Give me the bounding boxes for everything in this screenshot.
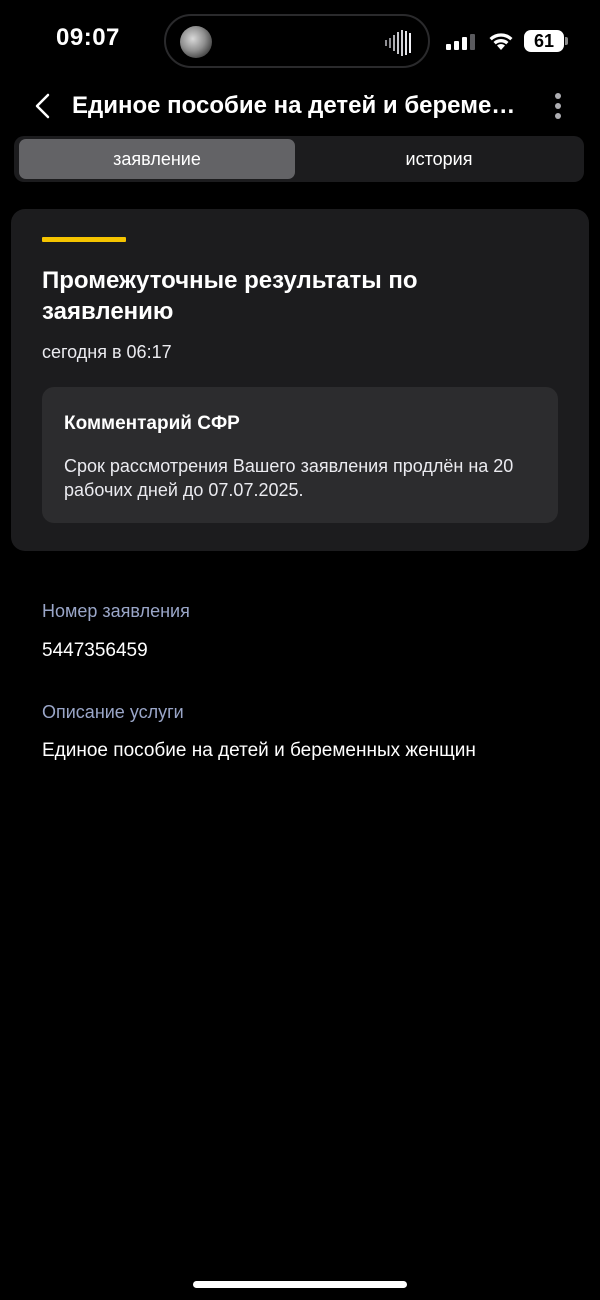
screen: 09:07 61 Единое пособие на детей и берем…	[0, 0, 600, 1300]
comment-text: Срок рассмотрения Вашего заявления продл…	[64, 456, 514, 500]
application-number-label: Номер заявления	[42, 601, 190, 621]
segmented-tabs: заявление история	[14, 136, 584, 182]
home-indicator[interactable]	[193, 1281, 407, 1288]
status-card: Промежуточные результаты по заявлению се…	[11, 209, 589, 551]
service-description-value: Единое пособие на детей и беременных жен…	[42, 740, 476, 761]
more-vertical-icon[interactable]	[546, 90, 570, 122]
service-description-label: Описание услуги	[42, 702, 184, 722]
dynamic-island[interactable]	[164, 14, 430, 68]
tab-application[interactable]: заявление	[19, 139, 295, 179]
back-button[interactable]	[28, 90, 60, 122]
signal-icon	[446, 34, 475, 50]
wifi-icon	[489, 33, 513, 50]
audio-wave-icon	[385, 30, 411, 56]
battery-tip	[565, 37, 568, 45]
card-title: Промежуточные результаты по заявлению	[42, 267, 418, 325]
comment-title: Комментарий СФР	[64, 413, 240, 434]
page-title: Единое пособие на детей и беременных жен…	[72, 92, 522, 119]
accent-bar	[42, 237, 126, 242]
comment-box: Комментарий СФР Срок рассмотрения Вашего…	[42, 387, 558, 523]
tab-history[interactable]: история	[298, 139, 580, 179]
battery-icon: 61	[524, 30, 564, 52]
status-time: 09:07	[56, 24, 120, 51]
media-thumbnail	[180, 26, 212, 58]
card-timestamp: сегодня в 06:17	[42, 342, 172, 362]
application-number-value: 5447356459	[42, 640, 148, 661]
